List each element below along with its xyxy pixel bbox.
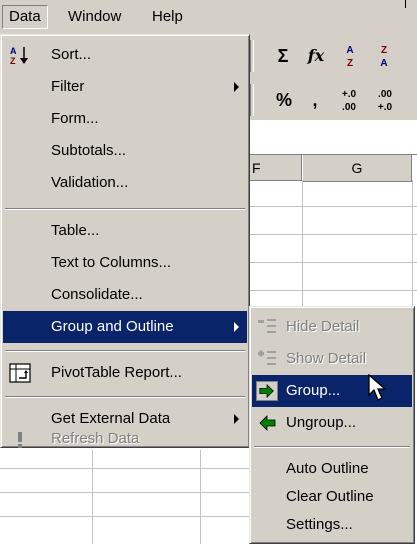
menu-item-sort[interactable]: A Z Sort...: [3, 39, 247, 71]
standard-toolbar: Σ fx A Z Z A: [250, 36, 417, 76]
menu-separator: [5, 208, 245, 210]
submenu-arrow-icon: [234, 414, 239, 424]
menu-item-show-detail[interactable]: Show Detail: [252, 343, 412, 375]
group-and-outline-submenu: Hide Detail Show Detail Group... Ungroup…: [249, 306, 415, 544]
mouse-pointer-icon: [368, 374, 387, 401]
gridline: [250, 206, 417, 207]
menu-separator: [5, 350, 245, 352]
paste-function-button[interactable]: fx: [302, 42, 330, 70]
gridline: [200, 450, 201, 544]
gridline: [0, 468, 250, 469]
submenu-arrow-icon: [234, 322, 239, 332]
menu-item-settings[interactable]: Settings...: [252, 509, 412, 541]
menu-item-text-to-columns[interactable]: Text to Columns...: [3, 247, 247, 279]
menu-item-filter[interactable]: Filter: [3, 71, 247, 103]
arrow-right-icon: [256, 381, 278, 401]
comma-style-button[interactable]: ,: [304, 86, 326, 114]
decrease-decimal-icon: .00: [378, 89, 392, 100]
menu-item-table[interactable]: Table...: [3, 215, 247, 247]
percent-style-button[interactable]: %: [270, 86, 298, 114]
menu-help[interactable]: Help: [146, 6, 189, 28]
menu-data[interactable]: Data: [2, 5, 48, 29]
autosum-button[interactable]: Σ: [270, 42, 296, 70]
show-detail-icon: [258, 350, 276, 365]
arrow-left-icon: [259, 415, 276, 431]
column-header-f[interactable]: F: [248, 155, 302, 181]
sort-ascending-button[interactable]: A Z: [336, 44, 364, 72]
menu-bar: Data Window Help: [0, 0, 417, 34]
formatting-toolbar: % , +.0 .00 .00 +.0: [250, 80, 417, 120]
function-icon: fx: [307, 46, 325, 65]
sort-descending-icon: Z: [380, 45, 388, 56]
svg-text:A: A: [10, 46, 17, 56]
menu-item-ungroup[interactable]: Ungroup...: [252, 407, 412, 439]
pivottable-icon: [9, 363, 31, 383]
decrease-decimal-button[interactable]: .00 +.0: [370, 88, 400, 116]
percent-icon: %: [275, 90, 292, 110]
menu-window[interactable]: Window: [62, 6, 127, 28]
sigma-icon: Σ: [277, 46, 289, 66]
menu-item-form[interactable]: Form...: [3, 103, 247, 135]
menu-item-pivottable-report[interactable]: PivotTable Report...: [3, 357, 247, 389]
menu-separator: [5, 396, 245, 398]
increase-decimal-icon: +.0: [341, 89, 357, 100]
gridline: [0, 492, 250, 493]
menu-separator: [254, 446, 410, 448]
toolbar-separator: [250, 40, 254, 72]
gridline: [92, 450, 93, 544]
toolbar-separator: [250, 84, 254, 116]
data-menu: A Z Sort... Filter Form... Subtotals... …: [0, 34, 250, 448]
gridline: [0, 516, 250, 517]
sort-ascending-icon: A Z: [10, 46, 28, 65]
hide-detail-icon: [258, 319, 276, 333]
window-edge: [405, 0, 406, 8]
menu-item-hide-detail[interactable]: Hide Detail: [252, 311, 412, 343]
gridline: [250, 290, 417, 291]
toolbar-area: Σ fx A Z Z A % , +.0 .00 .00 +.0: [250, 34, 417, 120]
submenu-arrow-icon: [234, 82, 239, 92]
comma-icon: ,: [312, 90, 318, 110]
svg-text:Z: Z: [10, 56, 16, 65]
gridline: [250, 234, 417, 235]
menu-item-consolidate[interactable]: Consolidate...: [3, 279, 247, 311]
sort-descending-button[interactable]: Z A: [370, 44, 398, 72]
sort-ascending-icon: A: [346, 45, 354, 56]
menu-item-refresh-data[interactable]: Refresh Data: [3, 431, 247, 448]
exclamation-icon: [18, 432, 22, 448]
column-header-g[interactable]: G: [303, 155, 412, 182]
menu-item-validation[interactable]: Validation...: [3, 167, 247, 199]
menu-item-group-and-outline[interactable]: Group and Outline: [3, 311, 247, 343]
gridline: [250, 262, 417, 263]
menu-item-subtotals[interactable]: Subtotals...: [3, 135, 247, 167]
formula-bar[interactable]: [250, 120, 417, 155]
increase-decimal-button[interactable]: +.0 .00: [334, 88, 364, 116]
